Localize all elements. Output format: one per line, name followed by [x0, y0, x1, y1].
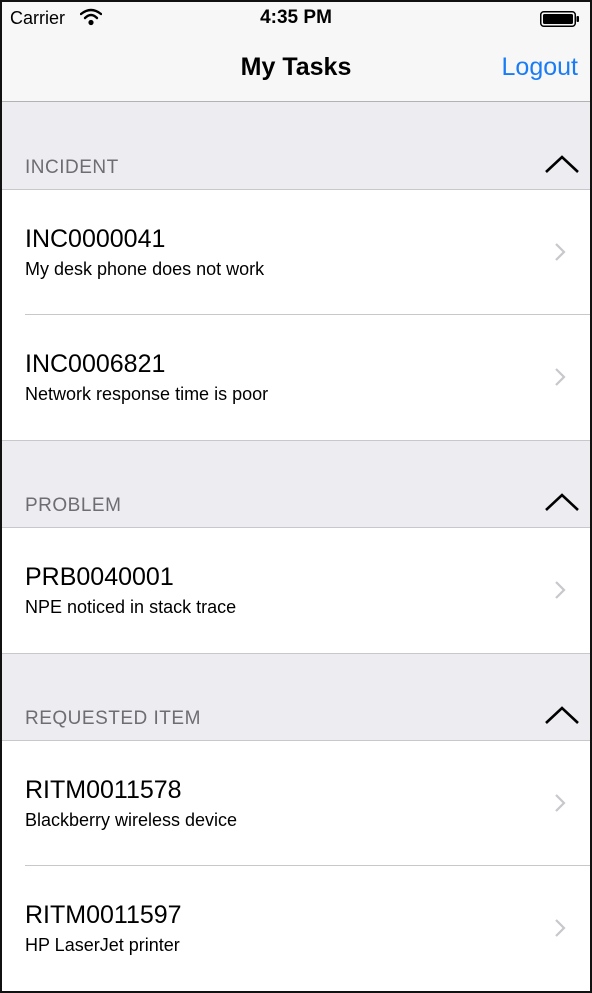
task-row-ritm0011578[interactable]: RITM0011578 Blackberry wireless device — [2, 741, 590, 866]
task-row-inc0000041[interactable]: INC0000041 My desk phone does not work — [2, 190, 590, 315]
chevron-up-icon[interactable] — [544, 704, 580, 726]
task-row-ritm0011597[interactable]: RITM0011597 HP LaserJet printer — [2, 866, 590, 991]
status-bar: Carrier 4:35 PM — [2, 2, 590, 36]
section-header-problem[interactable]: PROBLEM — [2, 440, 590, 528]
section-title: REQUESTED ITEM — [25, 708, 201, 729]
section-header-incident[interactable]: INCIDENT — [2, 102, 590, 190]
chevron-right-icon — [555, 581, 566, 599]
section-title: INCIDENT — [25, 157, 119, 178]
battery-icon — [540, 11, 579, 27]
chevron-right-icon — [555, 243, 566, 261]
task-description: HP LaserJet printer — [25, 935, 180, 955]
section-title: PROBLEM — [25, 495, 122, 516]
chevron-right-icon — [555, 368, 566, 386]
task-description: Blackberry wireless device — [25, 810, 238, 830]
logout-button[interactable]: Logout — [502, 53, 578, 82]
task-number: RITM0011597 — [25, 901, 182, 929]
status-time: 4:35 PM — [260, 7, 332, 28]
task-number: PRB0040001 — [25, 563, 174, 591]
task-number: INC0006821 — [25, 350, 166, 378]
task-number: INC0000041 — [25, 225, 166, 253]
app-screen: Carrier 4:35 PM My Tasks Logout INCIDENT… — [0, 0, 592, 993]
navigation-bar: My Tasks Logout — [2, 36, 590, 102]
task-description: NPE noticed in stack trace — [25, 597, 237, 617]
task-row-prb0040001[interactable]: PRB0040001 NPE noticed in stack trace — [2, 528, 590, 653]
section-header-requested-item[interactable]: REQUESTED ITEM — [2, 653, 590, 741]
chevron-right-icon — [555, 919, 566, 937]
task-row-inc0006821[interactable]: INC0006821 Network response time is poor — [2, 315, 590, 440]
chevron-up-icon[interactable] — [544, 153, 580, 175]
chevron-up-icon[interactable] — [544, 491, 580, 513]
task-list: INCIDENT INC0000041 My desk phone does n… — [2, 102, 590, 991]
task-number: RITM0011578 — [25, 776, 182, 804]
task-description: Network response time is poor — [25, 384, 269, 404]
chevron-right-icon — [555, 794, 566, 812]
task-description: My desk phone does not work — [25, 259, 265, 279]
